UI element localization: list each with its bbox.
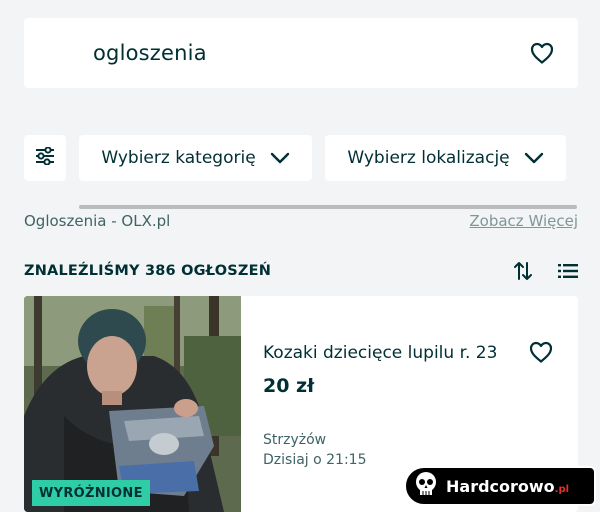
featured-badge: WYRÓŻNIONE bbox=[32, 480, 150, 506]
category-dropdown-label: Wybierz kategorię bbox=[101, 148, 256, 168]
heart-icon[interactable] bbox=[530, 42, 554, 64]
source-label: Ogloszenia - OLX.pl bbox=[24, 212, 171, 230]
location-dropdown[interactable]: Wybierz lokalizację bbox=[325, 135, 566, 181]
sort-arrows-icon[interactable] bbox=[512, 260, 534, 282]
filters-button[interactable] bbox=[24, 135, 66, 181]
chevron-down-icon bbox=[524, 149, 544, 168]
listing-title[interactable]: Kozaki dziecięce lupilu r. 23 bbox=[263, 343, 497, 363]
watermark-brand: Hardcorowo bbox=[446, 476, 555, 496]
location-dropdown-label: Wybierz lokalizację bbox=[347, 148, 510, 168]
chevron-down-icon bbox=[270, 149, 290, 168]
listing-photo[interactable]: WYRÓŻNIONE bbox=[24, 296, 241, 512]
watermark-suffix: .pl bbox=[554, 483, 570, 495]
results-header: ZNALEŹLIŚMY 386 OGŁOSZEŃ bbox=[24, 258, 578, 284]
list-view-icon[interactable] bbox=[558, 263, 578, 279]
listing-date: Dzisiaj o 21:15 bbox=[263, 452, 367, 468]
heart-icon[interactable] bbox=[529, 341, 553, 363]
source-row: Ogloszenia - OLX.pl Zobacz Więcej bbox=[24, 210, 578, 232]
category-dropdown[interactable]: Wybierz kategorię bbox=[79, 135, 312, 181]
listing-price: 20 zł bbox=[263, 375, 315, 397]
search-input[interactable]: ogloszenia bbox=[93, 41, 207, 65]
listing-location: Strzyżów bbox=[263, 432, 327, 448]
skull-icon bbox=[412, 470, 440, 502]
sliders-icon bbox=[35, 146, 55, 169]
filter-bar: Wybierz kategorię Wybierz lokalizację bbox=[0, 135, 600, 181]
watermark: Hardcorowo .pl bbox=[404, 466, 596, 506]
search-bar[interactable]: ogloszenia bbox=[24, 18, 578, 88]
see-more-link[interactable]: Zobacz Więcej bbox=[469, 212, 578, 230]
results-count: ZNALEŹLIŚMY 386 OGŁOSZEŃ bbox=[24, 263, 272, 279]
horizontal-scrollbar[interactable] bbox=[79, 205, 577, 209]
results-tools bbox=[512, 260, 578, 282]
